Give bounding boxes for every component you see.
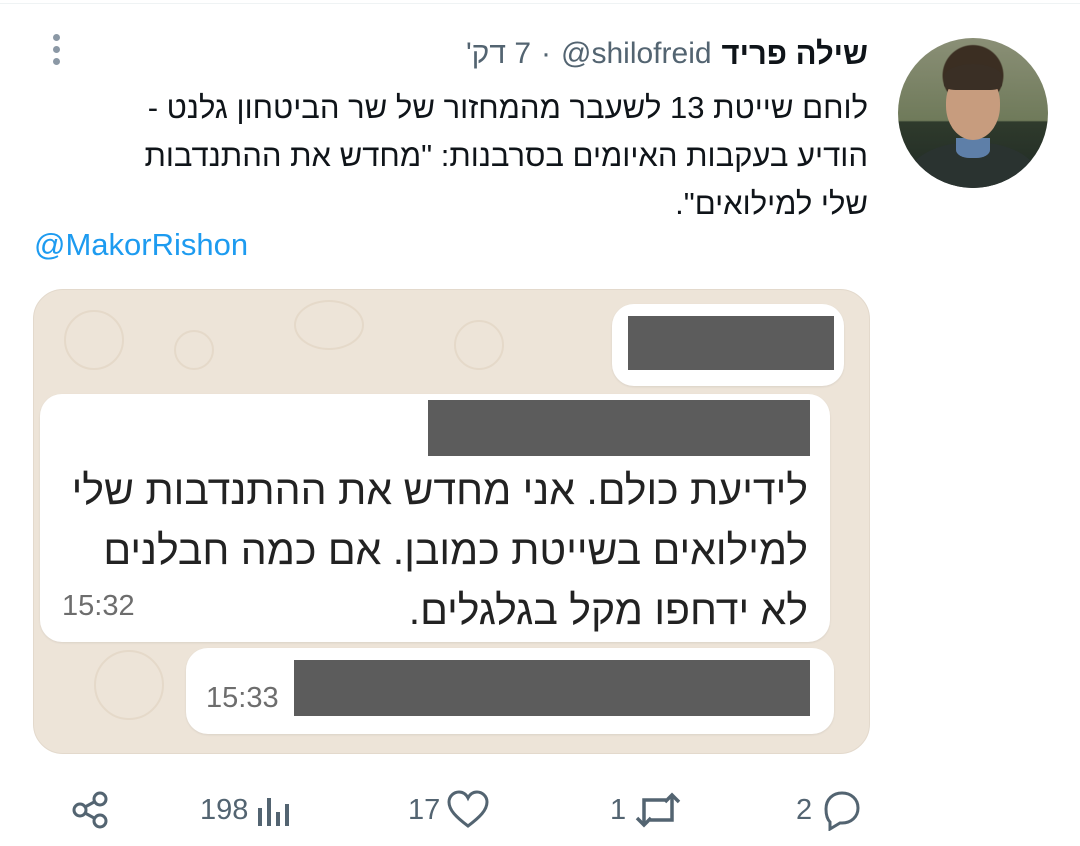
retweets-value: 1 bbox=[610, 793, 627, 826]
tweet-text: לוחם שייטת 13 לשעבר מהמחזור של שר הביטחו… bbox=[48, 84, 868, 228]
views-icon bbox=[258, 798, 290, 826]
redacted-block bbox=[628, 316, 834, 370]
more-options-icon[interactable] bbox=[50, 34, 62, 70]
top-divider bbox=[0, 3, 1080, 4]
chat-message-line: לא ידחפו מקל בגלגלים. bbox=[408, 587, 808, 633]
chat-message-line: לידיעת כולם. אני מחדש את ההתנדבות שלי bbox=[71, 467, 808, 513]
views-count[interactable]: 198 bbox=[200, 780, 294, 840]
chat-bubble-header bbox=[612, 304, 844, 386]
replies-value: 2 bbox=[796, 793, 813, 826]
author-avatar[interactable] bbox=[898, 38, 1048, 188]
tweet-media-image[interactable]: לידיעת כולם. אני מחדש את ההתנדבות שלי למ… bbox=[33, 289, 870, 754]
author-handle[interactable]: @shilofreid bbox=[561, 37, 712, 71]
reply-button[interactable]: 2 bbox=[796, 780, 864, 840]
tweet-text-line: הודיע בעקבות האיומים בסרבנות: "מחדש את ה… bbox=[144, 138, 868, 173]
reply-icon bbox=[824, 791, 860, 831]
chat-message-line: למילואים בשייטת כמובן. אם כמה חבלנים bbox=[103, 527, 808, 573]
chat-message-text: לידיעת כולם. אני מחדש את ההתנדבות שלי למ… bbox=[48, 460, 808, 640]
tweet-header: שילה פריד @shilofreid · 7 דק' bbox=[466, 32, 868, 76]
retweet-icon bbox=[635, 792, 681, 828]
chat-bubble-message: לידיעת כולם. אני מחדש את ההתנדבות שלי למ… bbox=[40, 394, 830, 642]
retweet-button[interactable]: 1 bbox=[610, 780, 684, 840]
mention-link[interactable]: @MakorRishon bbox=[34, 227, 248, 263]
tweet-actions-bar: 198 17 1 2 bbox=[0, 780, 1080, 840]
separator-dot: · bbox=[541, 37, 552, 70]
tweet-time[interactable]: 7 דק' bbox=[466, 37, 531, 71]
chat-message-time: 15:32 bbox=[62, 590, 135, 622]
chat-bubble-reply: 15:33 bbox=[186, 648, 834, 734]
share-icon bbox=[72, 791, 108, 829]
tweet-text-line: לוחם שייטת 13 לשעבר מהמחזור של שר הביטחו… bbox=[147, 90, 868, 125]
like-button[interactable]: 17 bbox=[408, 780, 490, 840]
chat-reply-time: 15:33 bbox=[206, 682, 279, 714]
likes-value: 17 bbox=[408, 793, 441, 826]
redacted-sender bbox=[428, 400, 810, 456]
tweet-text-line: שלי למילואים". bbox=[675, 186, 868, 221]
redacted-reply bbox=[294, 660, 810, 716]
views-value: 198 bbox=[200, 793, 249, 826]
author-name[interactable]: שילה פריד bbox=[722, 36, 868, 72]
like-icon bbox=[447, 790, 489, 828]
share-button[interactable] bbox=[70, 780, 112, 840]
